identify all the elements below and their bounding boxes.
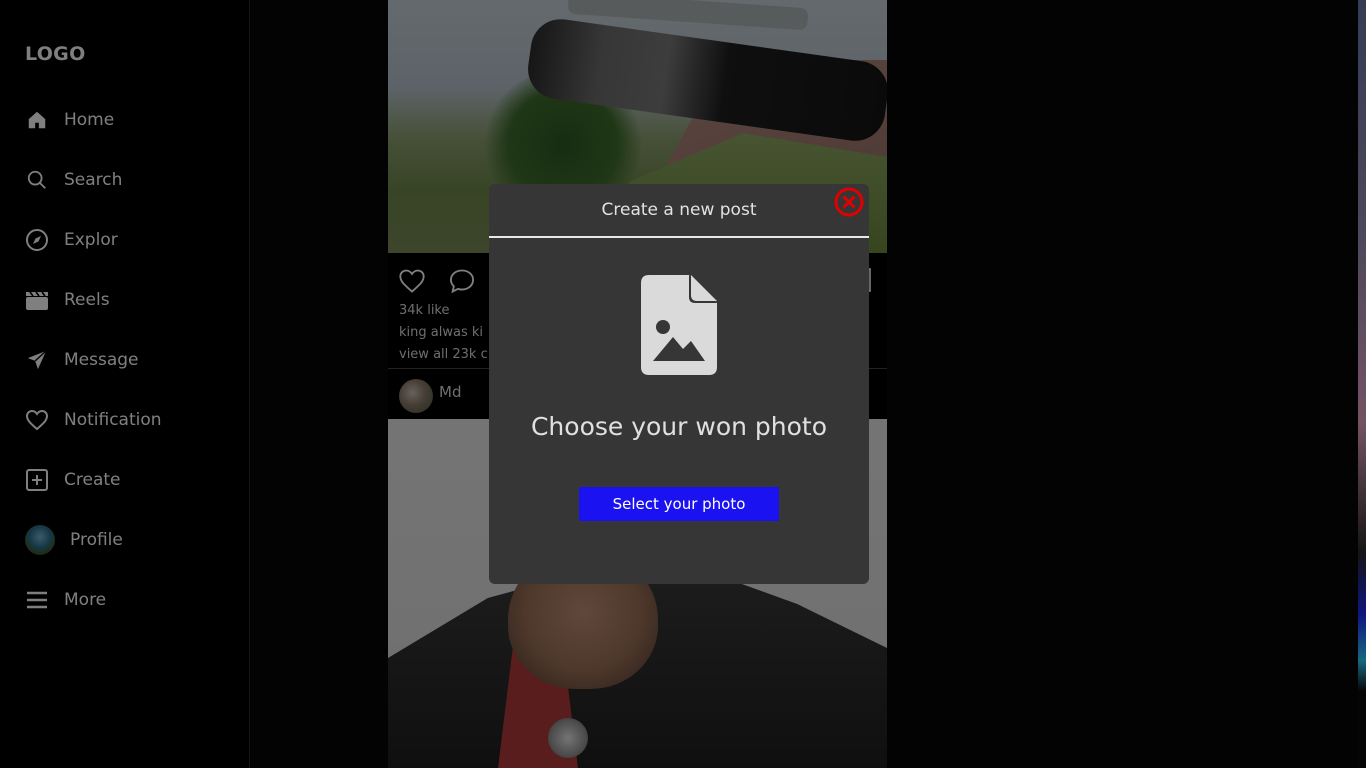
image-file-icon — [641, 275, 717, 375]
select-photo-button[interactable]: Select your photo — [579, 487, 779, 521]
close-icon[interactable] — [834, 187, 864, 217]
choose-photo-prompt: Choose your won photo — [530, 412, 828, 441]
modal-title: Create a new post — [489, 184, 869, 238]
create-post-modal: Create a new post Choose your won photo … — [489, 184, 869, 584]
